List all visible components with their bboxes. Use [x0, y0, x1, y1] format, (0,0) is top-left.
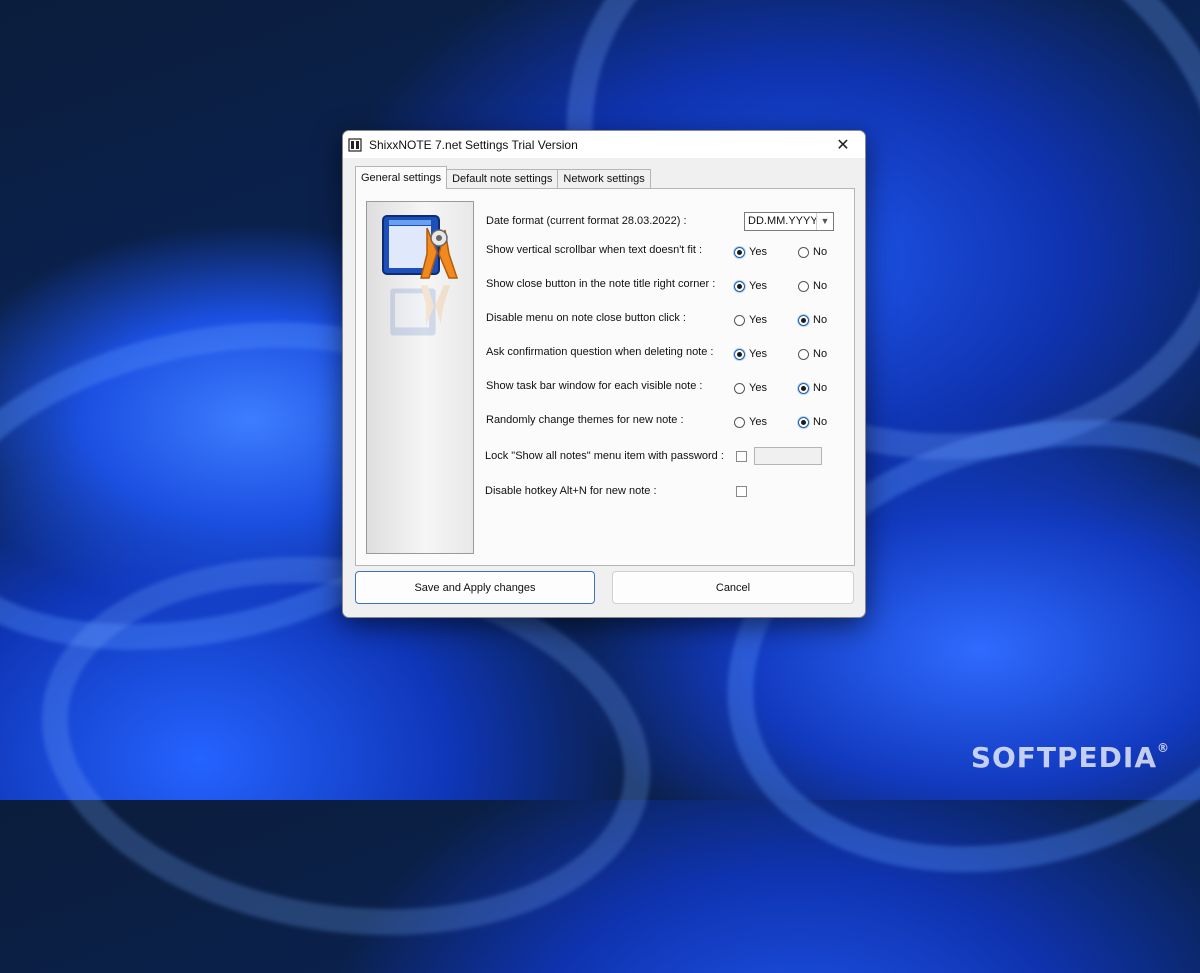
- option-label-close-button: Show close button in the note title righ…: [486, 278, 716, 290]
- radio-random-themes-yes[interactable]: [734, 417, 745, 428]
- general-settings-panel: Date format (current format 28.03.2022) …: [355, 188, 855, 566]
- window-title: ShixxNOTE 7.net Settings Trial Version: [369, 137, 578, 152]
- radio-label-no: No: [813, 382, 828, 394]
- disable-hotkey-checkbox[interactable]: [736, 486, 747, 497]
- radio-close-button-yes[interactable]: [734, 281, 745, 292]
- radio-disable-menu-yes[interactable]: [734, 315, 745, 326]
- option-label-taskbar-window: Show task bar window for each visible no…: [486, 380, 703, 392]
- close-button[interactable]: ✕: [821, 131, 865, 158]
- settings-tools-icon: [382, 215, 459, 279]
- radio-label-no: No: [813, 280, 828, 292]
- tab-network-settings[interactable]: Network settings: [557, 169, 651, 189]
- softpedia-watermark: SOFTPEDIA®: [970, 741, 1170, 774]
- radio-random-themes-no[interactable]: [798, 417, 809, 428]
- radio-taskbar-window-no[interactable]: [798, 383, 809, 394]
- app-icon: [348, 137, 362, 152]
- chevron-down-icon[interactable]: ▼: [816, 213, 833, 230]
- lock-show-all-notes-label: Lock "Show all notes" menu item with pas…: [485, 450, 724, 462]
- radio-label-no: No: [813, 314, 828, 326]
- radio-label-no: No: [813, 416, 828, 428]
- tab-strip: General settings Default note settings N…: [355, 166, 651, 189]
- radio-label-no: No: [813, 348, 828, 360]
- radio-label-yes: Yes: [749, 382, 767, 394]
- cancel-button[interactable]: Cancel: [612, 571, 854, 604]
- radio-label-yes: Yes: [749, 280, 767, 292]
- lock-show-all-notes-checkbox[interactable]: [736, 451, 747, 462]
- settings-dialog: ShixxNOTE 7.net Settings Trial Version ✕…: [342, 130, 866, 618]
- disable-hotkey-label: Disable hotkey Alt+N for new note :: [485, 485, 657, 497]
- date-format-select[interactable]: DD.MM.YYYY ▼: [744, 212, 834, 231]
- radio-close-button-no[interactable]: [798, 281, 809, 292]
- tab-general-settings[interactable]: General settings: [355, 166, 448, 189]
- option-label-random-themes: Randomly change themes for new note :: [486, 414, 684, 426]
- radio-label-yes: Yes: [749, 348, 767, 360]
- date-format-label: Date format (current format 28.03.2022) …: [486, 215, 687, 227]
- password-field[interactable]: [754, 447, 822, 465]
- close-icon: ✕: [836, 136, 850, 154]
- option-label-disable-menu: Disable menu on note close button click …: [486, 312, 686, 324]
- radio-ask-confirmation-no[interactable]: [798, 349, 809, 360]
- settings-tools-icon-reflection: [390, 285, 451, 336]
- option-label-scrollbar: Show vertical scrollbar when text doesn'…: [486, 244, 703, 256]
- radio-label-yes: Yes: [749, 314, 767, 326]
- radio-label-no: No: [813, 246, 828, 258]
- tab-default-note-settings[interactable]: Default note settings: [446, 169, 559, 189]
- radio-ask-confirmation-yes[interactable]: [734, 349, 745, 360]
- radio-label-yes: Yes: [749, 246, 767, 258]
- radio-scrollbar-yes[interactable]: [734, 247, 745, 258]
- date-format-value: DD.MM.YYYY: [748, 215, 818, 227]
- radio-taskbar-window-yes[interactable]: [734, 383, 745, 394]
- radio-label-yes: Yes: [749, 416, 767, 428]
- side-banner: [366, 201, 474, 554]
- save-and-apply-button[interactable]: Save and Apply changes: [355, 571, 595, 604]
- radio-scrollbar-no[interactable]: [798, 247, 809, 258]
- option-label-ask-confirmation: Ask confirmation question when deleting …: [486, 346, 714, 358]
- title-bar: ShixxNOTE 7.net Settings Trial Version ✕: [343, 131, 865, 158]
- radio-disable-menu-no[interactable]: [798, 315, 809, 326]
